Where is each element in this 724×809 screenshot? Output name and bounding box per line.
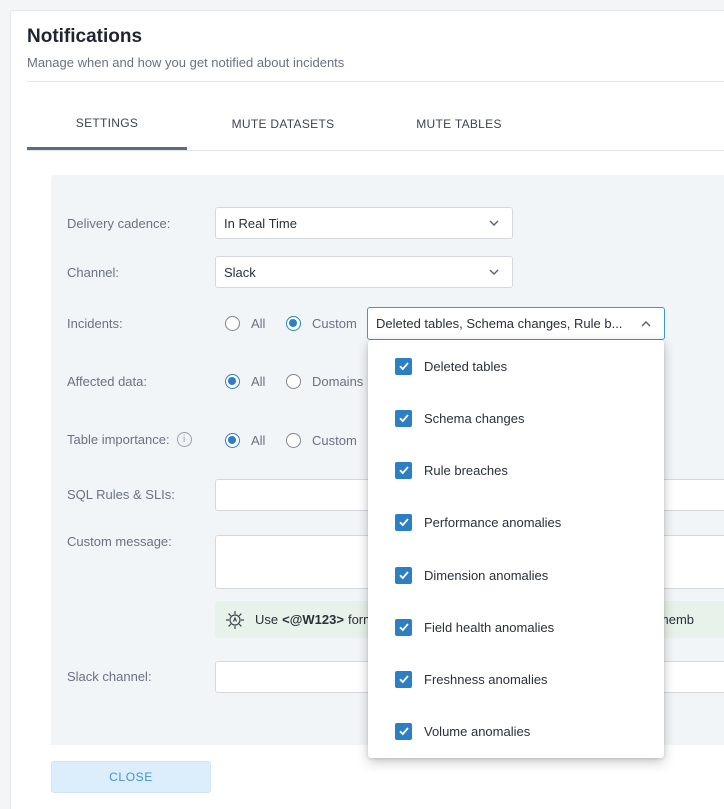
checkbox[interactable] [395,357,412,375]
incidents-radio-custom[interactable]: Custom [286,316,357,331]
radio-label: All [251,374,266,389]
chevron-down-icon [489,220,499,226]
radio-label: Custom [312,433,357,448]
radio-button[interactable] [225,374,240,389]
info-icon[interactable]: i [176,432,192,447]
channel-label: Channel: [67,265,120,280]
channel-value: Slack [224,264,256,280]
checkbox[interactable] [395,618,412,636]
radio-button[interactable] [225,316,240,331]
table-importance-radio-custom[interactable]: Custom [286,433,357,448]
option-label: Volume anomalies [424,723,531,739]
radio-button[interactable] [286,433,301,448]
multiselect-value: Deleted tables, Schema changes, Rule b..… [376,316,623,331]
chevron-down-icon [489,269,499,275]
checkbox[interactable] [395,722,412,740]
delivery-cadence-label: Delivery cadence: [67,216,171,231]
dropdown-option-volume-anomalies[interactable]: Volume anomalies [395,721,530,741]
radio-button[interactable] [286,316,301,331]
slack-channel-label: Slack channel: [67,669,152,684]
radio-label: All [251,316,266,331]
lightbulb-gear-icon [226,610,244,629]
tabs-divider [27,150,724,151]
dropdown-option-performance-anomalies[interactable]: Performance anomalies [395,512,561,532]
dropdown-option-dimension-anomalies[interactable]: Dimension anomalies [395,565,548,585]
dropdown-option-deleted-tables[interactable]: Deleted tables [395,356,507,376]
checkbox[interactable] [395,461,412,479]
checkbox[interactable] [395,513,412,531]
tab-settings[interactable]: SETTINGS [27,98,187,150]
hint-prefix: Use [255,612,279,627]
option-label: Field health anomalies [424,619,555,635]
hint-code: <@W123> [282,612,344,627]
radio-button[interactable] [225,433,240,448]
affected-data-label: Affected data: [67,374,147,389]
page-title: Notifications [27,26,143,47]
close-button[interactable]: CLOSE [51,761,211,793]
option-label: Dimension anomalies [424,567,549,583]
checkbox[interactable] [395,670,412,688]
custom-message-label: Custom message: [67,534,172,549]
table-importance-label: Table importance: i [67,432,192,447]
delivery-cadence-select[interactable]: In Real Time [215,207,513,239]
chevron-up-icon [641,321,651,327]
check-icon [398,518,409,527]
option-label: Schema changes [424,410,525,426]
dropdown-option-freshness-anomalies[interactable]: Freshness anomalies [395,669,548,689]
check-icon [398,727,409,736]
page-subtitle: Manage when and how you get notified abo… [27,55,345,70]
incidents-radio-all[interactable]: All [225,316,265,331]
option-label: Rule breaches [424,462,508,478]
incidents-label: Incidents: [67,316,123,331]
check-icon [398,623,409,632]
tab-mute-tables[interactable]: MUTE TABLES [379,98,539,150]
dropdown-option-field-health-anomalies[interactable]: Field health anomalies [395,617,554,637]
check-icon [398,571,409,580]
checkbox[interactable] [395,409,412,427]
dropdown-option-rule-breaches[interactable]: Rule breaches [395,460,508,480]
incidents-multiselect[interactable]: Deleted tables, Schema changes, Rule b..… [367,307,665,340]
affected-data-radio-domains[interactable]: Domains [286,374,363,389]
checkbox[interactable] [395,566,412,584]
incidents-dropdown-list: Deleted tables Schema changes Rule breac… [368,340,664,758]
channel-select[interactable]: Slack [215,256,513,288]
radio-label: All [251,433,266,448]
sql-rules-label: SQL Rules & SLIs: [67,487,175,502]
header-divider [27,81,724,82]
radio-label: Domains [312,374,364,389]
radio-label: Custom [312,316,357,331]
check-icon [398,466,409,475]
check-icon [398,675,409,684]
option-label: Freshness anomalies [424,671,548,687]
table-importance-text: Table importance: [67,432,170,447]
option-label: Performance anomalies [424,514,562,530]
affected-data-radio-all[interactable]: All [225,374,265,389]
tab-mute-datasets[interactable]: MUTE DATASETS [203,98,363,150]
dropdown-option-schema-changes[interactable]: Schema changes [395,408,524,428]
table-importance-radio-all[interactable]: All [225,433,265,448]
check-icon [398,362,409,371]
check-icon [398,414,409,423]
delivery-cadence-value: In Real Time [224,215,297,231]
option-label: Deleted tables [424,358,508,374]
radio-button[interactable] [286,374,301,389]
